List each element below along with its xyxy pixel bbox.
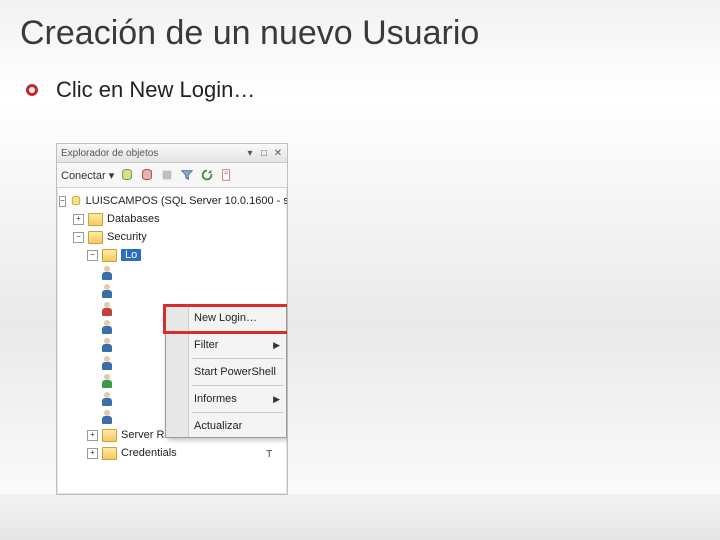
folder-icon (102, 249, 117, 262)
tree-databases-node[interactable]: + Databases (59, 210, 285, 228)
person-icon (101, 302, 113, 316)
person-icon (101, 374, 113, 388)
bullet-text: Clic en New Login… (56, 77, 255, 103)
bullet-row: Clic en New Login… (0, 59, 720, 103)
truncated-text: T (266, 446, 285, 464)
tree-login-item[interactable] (59, 264, 285, 282)
folder-icon (88, 231, 103, 244)
expand-icon[interactable]: + (73, 214, 84, 225)
panel-toolbar: Conectar ▾ (57, 163, 287, 188)
panel-titlebar: Explorador de objetos ▾ □ ✕ (57, 144, 287, 163)
tree-label: Security (107, 231, 147, 243)
menu-separator (192, 358, 284, 359)
tree-security-node[interactable]: − Security (59, 228, 285, 246)
folder-icon (102, 447, 117, 460)
collapse-icon[interactable]: − (59, 196, 66, 207)
menu-new-login[interactable]: New Login… (166, 307, 286, 329)
person-icon (101, 284, 113, 298)
menu-reports[interactable]: Informes▶ (166, 388, 286, 410)
object-explorer-panel: Explorador de objetos ▾ □ ✕ Conectar ▾ − (56, 143, 288, 495)
panel-title: Explorador de objetos (61, 148, 158, 159)
menu-refresh[interactable]: Actualizar (166, 415, 286, 437)
expand-icon[interactable]: + (87, 448, 98, 459)
person-icon (101, 356, 113, 370)
close-icon[interactable]: ✕ (273, 148, 283, 158)
tree-server-node[interactable]: − LUISCAMPOS (SQL Server 10.0.1600 - sa) (59, 192, 285, 210)
dropdown-icon[interactable]: ▾ (245, 148, 255, 158)
tree-label-selected: Lo (121, 249, 141, 261)
person-icon (101, 320, 113, 334)
person-icon (101, 338, 113, 352)
tree-label: LUISCAMPOS (SQL Server 10.0.1600 - sa) (86, 195, 288, 207)
menu-separator (192, 331, 284, 332)
person-icon (101, 410, 113, 424)
object-tree: − LUISCAMPOS (SQL Server 10.0.1600 - sa)… (57, 188, 287, 464)
filter-icon[interactable] (180, 168, 194, 182)
tree-label: Databases (107, 213, 160, 225)
collapse-icon[interactable]: − (87, 250, 98, 261)
bullet-marker-icon (26, 84, 38, 96)
collapse-icon[interactable]: − (73, 232, 84, 243)
submenu-arrow-icon: ▶ (273, 340, 280, 351)
dock-icon[interactable]: □ (259, 148, 269, 158)
server-icon (70, 195, 82, 207)
folder-icon (102, 429, 117, 442)
submenu-arrow-icon: ▶ (273, 394, 280, 405)
stop-icon[interactable] (160, 168, 174, 182)
tree-credentials-node[interactable]: + Credentials (59, 444, 285, 462)
menu-separator (192, 412, 284, 413)
connect-button[interactable]: Conectar ▾ (61, 169, 114, 182)
person-icon (101, 392, 113, 406)
person-icon (101, 266, 113, 280)
connect-db-icon[interactable] (120, 168, 134, 182)
tree-logins-node[interactable]: − Lo (59, 246, 285, 264)
tree-login-item[interactable] (59, 282, 285, 300)
context-menu: New Login… Filter▶ Start PowerShell Info… (165, 306, 287, 438)
menu-filter[interactable]: Filter▶ (166, 334, 286, 356)
menu-start-powershell[interactable]: Start PowerShell (166, 361, 286, 383)
properties-icon[interactable] (220, 168, 234, 182)
slide-bottom-bar (0, 494, 720, 540)
tree-label: Credentials (121, 447, 177, 459)
slide-title: Creación de un nuevo Usuario (0, 0, 720, 59)
folder-icon (88, 213, 103, 226)
expand-icon[interactable]: + (87, 430, 98, 441)
refresh-icon[interactable] (200, 168, 214, 182)
menu-separator (192, 385, 284, 386)
disconnect-db-icon[interactable] (140, 168, 154, 182)
